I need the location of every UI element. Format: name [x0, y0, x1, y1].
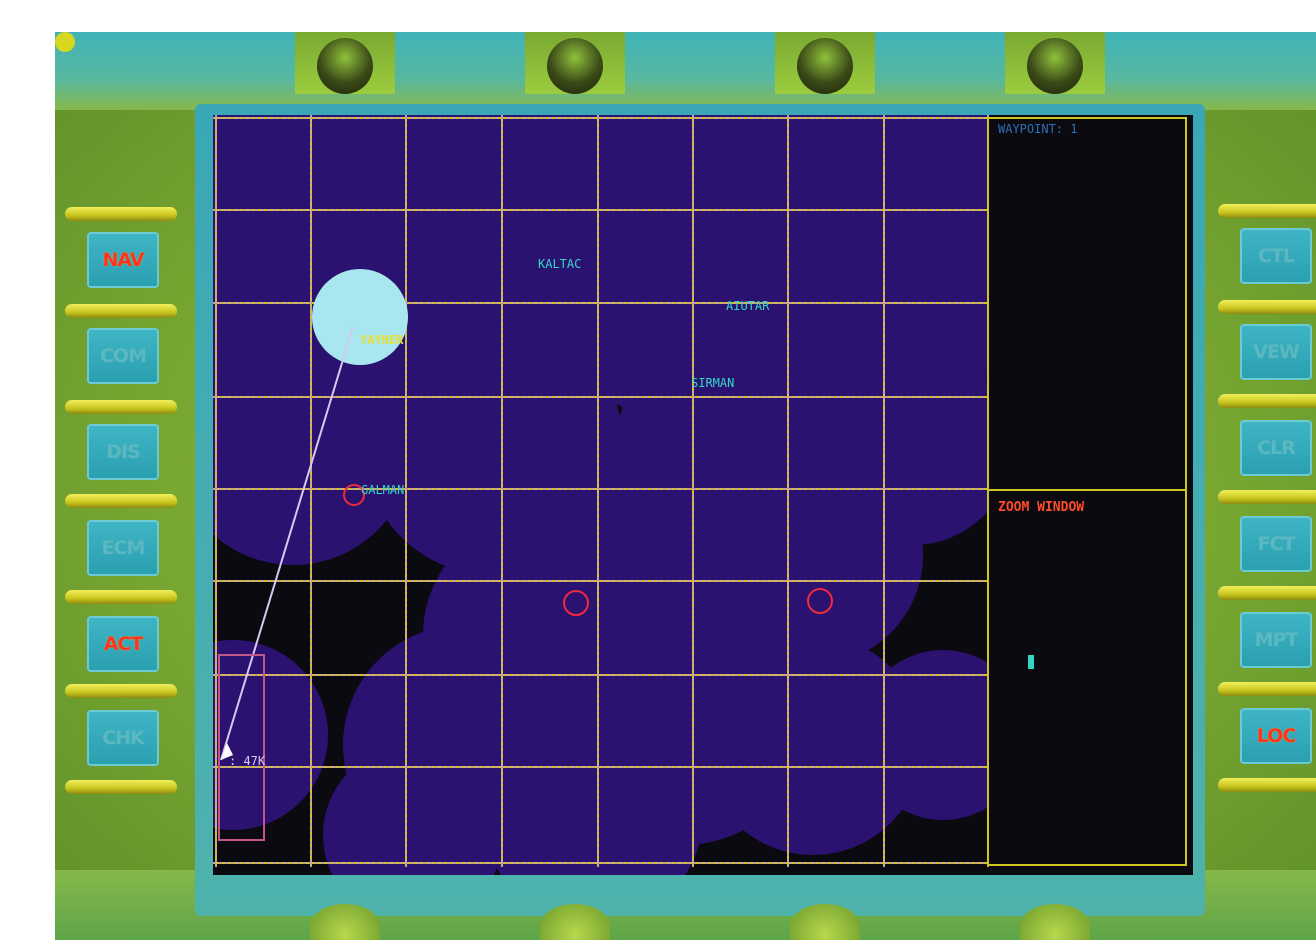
clr-button[interactable]: CLR	[1240, 420, 1312, 476]
info-panel-frame	[987, 489, 1187, 866]
range-readout: : 47K	[229, 754, 266, 768]
top-knob-3[interactable]	[775, 32, 875, 94]
map-label-aiutar: AIUTAR	[726, 299, 770, 313]
left-rail	[65, 494, 177, 508]
tactical-map[interactable]: KALTAC YAYNER AIUTAR SIRMAN GALMAN : 47K…	[213, 115, 1193, 875]
top-knob-1[interactable]	[295, 32, 395, 94]
bezel-screw-icon	[55, 32, 75, 52]
left-rail	[65, 304, 177, 318]
right-rail	[1218, 300, 1316, 314]
mpt-button[interactable]: MPT	[1240, 612, 1312, 668]
chk-button[interactable]: CHK	[87, 710, 159, 766]
bottom-knob-4[interactable]	[1020, 904, 1090, 940]
ecm-button[interactable]: ECM	[87, 520, 159, 576]
left-rail	[65, 207, 177, 221]
bottom-knob-1[interactable]	[310, 904, 380, 940]
map-label-sirman: SIRMAN	[691, 376, 734, 390]
player-aircraft-icon[interactable]	[312, 269, 408, 365]
zoom-contact-icon	[1028, 655, 1034, 669]
waypoint-label: WAYPOINT: 1	[998, 122, 1077, 136]
bezel-top-band	[55, 32, 1316, 110]
vew-button[interactable]: VEW	[1240, 324, 1312, 380]
top-knob-2[interactable]	[525, 32, 625, 94]
left-rail	[65, 400, 177, 414]
right-rail	[1218, 682, 1316, 696]
map-label-kaltac: KALTAC	[538, 257, 581, 271]
fct-button[interactable]: FCT	[1240, 516, 1312, 572]
nav-button[interactable]: NAV	[87, 232, 159, 288]
loc-button[interactable]: LOC	[1240, 708, 1312, 764]
info-panel-frame	[987, 117, 1187, 491]
right-rail	[1218, 394, 1316, 408]
bottom-knob-2[interactable]	[540, 904, 610, 940]
ctl-button[interactable]: CTL	[1240, 228, 1312, 284]
map-screen[interactable]: KALTAC YAYNER AIUTAR SIRMAN GALMAN : 47K…	[213, 115, 1193, 875]
top-knob-4[interactable]	[1005, 32, 1105, 94]
left-rail	[65, 780, 177, 794]
map-label-galman: GALMAN	[361, 483, 404, 497]
right-rail	[1218, 586, 1316, 600]
bottom-knob-3[interactable]	[790, 904, 860, 940]
map-label-yayner: YAYNER	[360, 333, 404, 347]
zoom-window-label: ZOOM WINDOW	[998, 500, 1084, 515]
com-button[interactable]: COM	[87, 328, 159, 384]
radar-coverage	[213, 115, 988, 875]
act-button[interactable]: ACT	[87, 616, 159, 672]
right-rail	[1218, 204, 1316, 218]
right-rail	[1218, 490, 1316, 504]
right-rail	[1218, 778, 1316, 792]
left-rail	[65, 590, 177, 604]
dis-button[interactable]: DIS	[87, 424, 159, 480]
left-rail	[65, 684, 177, 698]
